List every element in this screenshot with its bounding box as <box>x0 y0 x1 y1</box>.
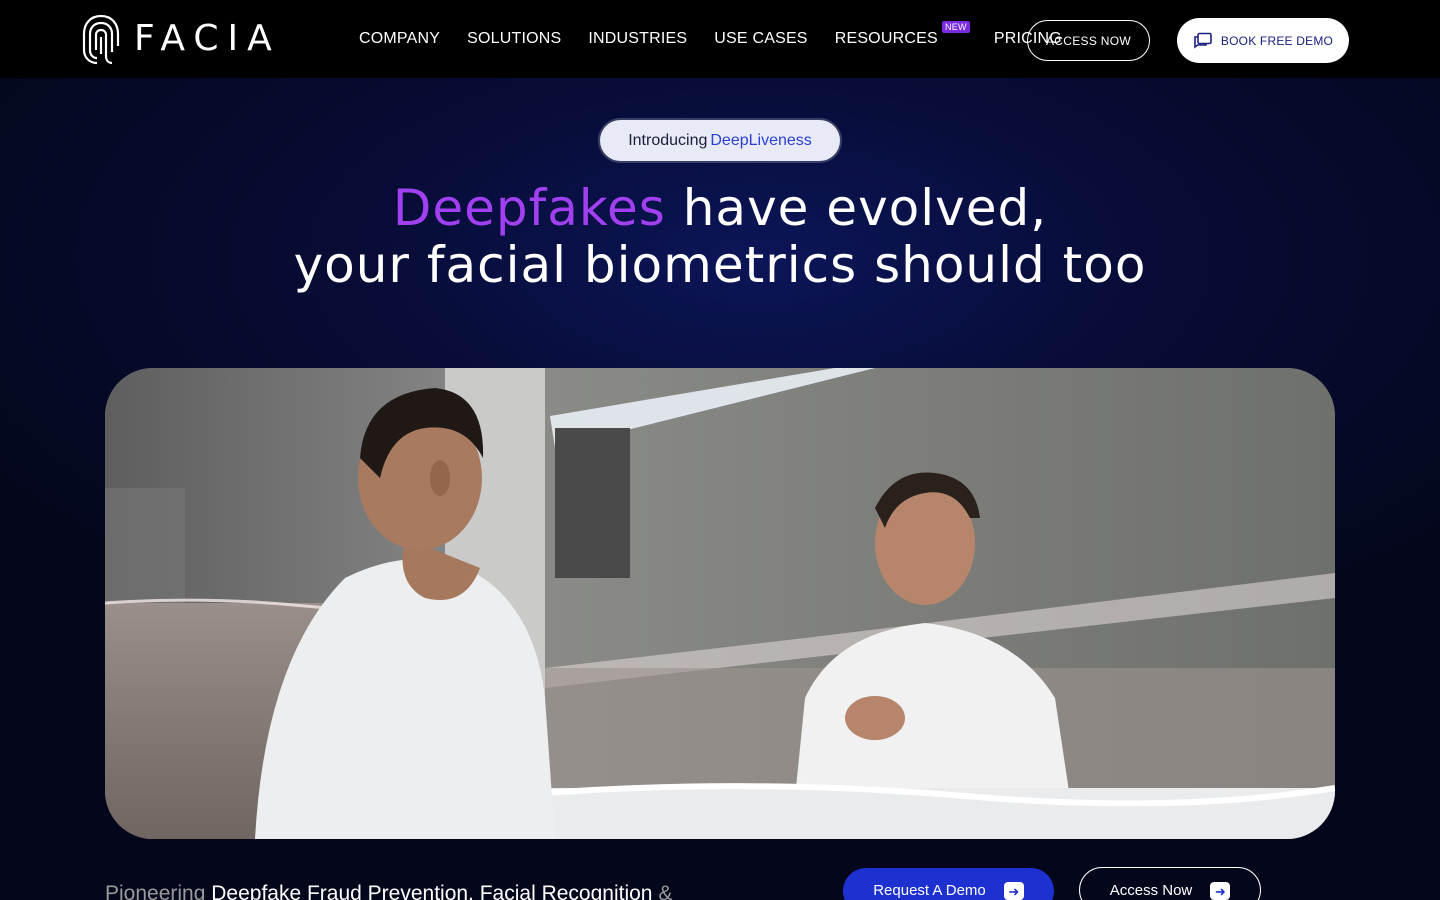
chat-icon <box>1193 32 1213 50</box>
top-navbar: FACIA COMPANY SOLUTIONS INDUSTRIES USE C… <box>0 0 1440 78</box>
main-nav: COMPANY SOLUTIONS INDUSTRIES USE CASES R… <box>359 0 1089 78</box>
arrow-right-icon: ➜ <box>1210 882 1231 900</box>
access-now-button[interactable]: Access Now ➜ <box>1079 867 1261 900</box>
hero-title-highlight: Deepfakes <box>392 179 666 237</box>
arrow-right-icon: ➜ <box>1003 882 1024 900</box>
request-demo-label: Request A Demo <box>873 882 986 899</box>
fingerprint-logo-icon <box>80 12 122 66</box>
request-demo-button[interactable]: Request A Demo ➜ <box>843 868 1054 900</box>
nav-use-cases[interactable]: USE CASES <box>714 30 807 48</box>
hero-title-line1-rest: have evolved, <box>665 179 1048 237</box>
nav-solutions[interactable]: SOLUTIONS <box>467 30 561 48</box>
brand-logo[interactable]: FACIA <box>80 12 281 66</box>
nav-industries[interactable]: INDUSTRIES <box>588 30 687 48</box>
intro-accent: DeepLiveness <box>710 131 812 149</box>
tagline-main: Deepfake Fraud Prevention, Facial Recogn… <box>205 882 653 900</box>
man-mirror-illustration <box>105 368 1335 839</box>
tagline-tail: & <box>652 882 673 900</box>
tagline-muted: Pioneering <box>105 882 206 900</box>
book-free-demo-button[interactable]: BOOK FREE DEMO <box>1177 18 1349 63</box>
new-badge: NEW <box>941 21 970 33</box>
brand-name: FACIA <box>134 18 281 59</box>
nav-resources-label: RESOURCES <box>834 30 938 47</box>
book-free-demo-label: BOOK FREE DEMO <box>1220 33 1334 48</box>
hero-video[interactable] <box>105 368 1335 839</box>
access-now-nav-button[interactable]: ACCESS NOW <box>1027 20 1150 61</box>
access-now-label: Access Now <box>1109 882 1193 899</box>
nav-resources[interactable]: RESOURCES NEW <box>834 21 970 48</box>
nav-company[interactable]: COMPANY <box>359 30 440 48</box>
hero-tagline: Pioneering Deepfake Fraud Prevention, Fa… <box>105 882 672 900</box>
hero-title-line2: your facial biometrics should too <box>293 236 1147 294</box>
introducing-pill[interactable]: Introducing DeepLiveness <box>600 120 840 161</box>
hero-title: Deepfakes have evolved, your facial biom… <box>0 180 1440 294</box>
intro-prefix: Introducing <box>628 131 708 149</box>
